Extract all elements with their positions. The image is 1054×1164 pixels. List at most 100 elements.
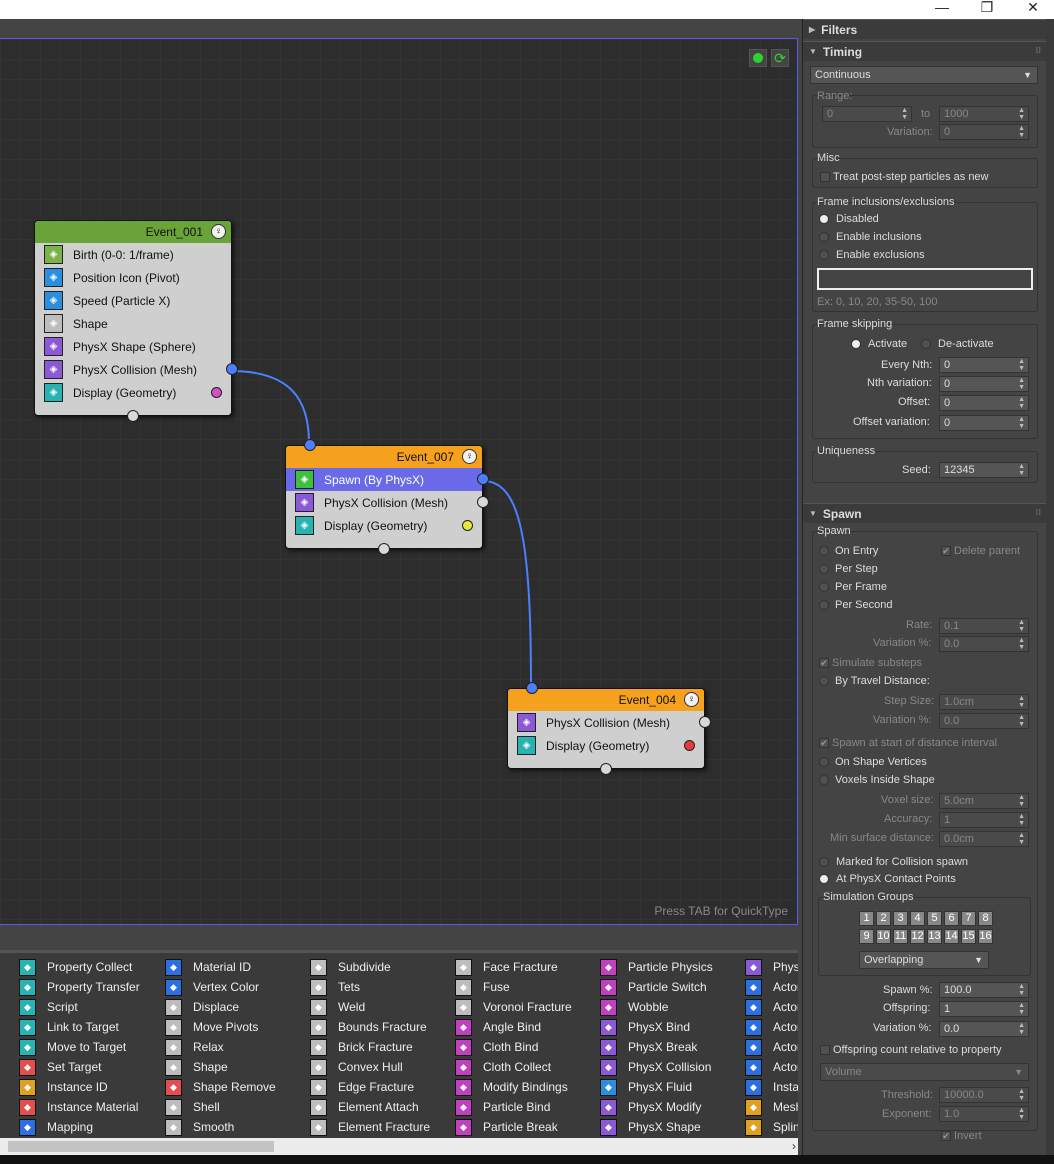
scroll-thumb[interactable] [8, 1141, 274, 1152]
timing-mode-dropdown[interactable]: Continuous ▼ [810, 66, 1038, 84]
at-physx-contact-radio[interactable] [819, 874, 829, 884]
simulation-group-button[interactable]: 13 [927, 929, 942, 944]
min-surface-spinner[interactable]: 0.0cm ▲ ▼ [939, 831, 1029, 847]
depot-item[interactable]: ◆ Instance Material [19, 1097, 140, 1117]
frame-list-input[interactable] [817, 268, 1033, 290]
enable-exclusions-radio[interactable] [819, 250, 829, 260]
variation-pct-spinner[interactable]: 0.0 ▲ ▼ [939, 636, 1029, 652]
depot-item[interactable]: ◆ Instance ID [19, 1077, 140, 1097]
depot-item[interactable]: ◆ PhysX Bind [600, 1017, 713, 1037]
depot-horizontal-scrollbar[interactable]: › [0, 1138, 798, 1155]
operator-row[interactable]: ◈ Display (Geometry) [286, 514, 482, 537]
simulation-group-button[interactable]: 2 [876, 911, 891, 926]
depot-item[interactable]: ◆ Actor [745, 1017, 798, 1037]
depot-item[interactable]: ◆ Subdivide [310, 957, 430, 977]
every-nth-spinner[interactable]: 0 ▲ ▼ [939, 357, 1029, 373]
marked-collision-radio[interactable] [819, 857, 829, 867]
depot-item[interactable]: ◆ Script [19, 997, 140, 1017]
depot-item[interactable]: ◆ Particle Bind [455, 1097, 572, 1117]
variation-pct3-spinner[interactable]: 0.0 ▲ ▼ [939, 1021, 1029, 1037]
per-frame-radio[interactable] [819, 582, 829, 592]
depot-item[interactable]: ◆ Shape Remove [165, 1077, 276, 1097]
depot-item[interactable]: ◆ Face Fracture [455, 957, 572, 977]
event-node-event-001[interactable]: Event_001 ♀ ◈ Birth (0-0: 1/frame) ◈ Positi… [34, 220, 238, 422]
minimize-button[interactable]: — [927, 0, 957, 19]
simulation-group-button[interactable]: 7 [961, 911, 976, 926]
treat-post-step-checkbox[interactable] [820, 172, 830, 182]
status-light-icon[interactable] [749, 49, 767, 67]
simulate-substeps-checkbox[interactable]: ✔ [819, 658, 829, 668]
simulation-group-button[interactable]: 15 [961, 929, 976, 944]
filters-rollout-header[interactable]: ▶ Filters [803, 19, 1047, 39]
depot-item[interactable]: ◆ PhysX Collision [600, 1057, 713, 1077]
event-node-event-004[interactable]: Event_004 ♀ ◈ PhysX Collision (Mesh) ◈ Disp… [507, 682, 711, 775]
simulation-group-button[interactable]: 6 [944, 911, 959, 926]
operator-output-port[interactable] [699, 716, 711, 728]
scroll-right-arrow-icon[interactable]: › [792, 1138, 796, 1155]
depot-item[interactable]: ◆ Element Attach [310, 1097, 430, 1117]
depot-item[interactable]: ◆ Smooth [165, 1117, 276, 1137]
voxel-size-spinner[interactable]: 5.0cm ▲ ▼ [939, 793, 1029, 809]
depot-item[interactable]: ◆ Actor [745, 997, 798, 1017]
depot-item[interactable]: ◆ Particle Break [455, 1117, 572, 1137]
threshold-spinner[interactable]: 10000.0 ▲ ▼ [939, 1087, 1029, 1103]
depot-item[interactable]: ◆ Particle Switch [600, 977, 713, 997]
variation-pct2-spinner[interactable]: 0.0 ▲ ▼ [939, 713, 1029, 729]
simulation-group-button[interactable]: 16 [978, 929, 993, 944]
depot-item[interactable]: ◆ Brick Fracture [310, 1037, 430, 1057]
particle-view-canvas[interactable]: ⟳ Event_001 ♀ ◈ Birth (0-0: 1/frame) ◈ Posi… [0, 38, 798, 925]
depot-item[interactable]: ◆ Element Fracture [310, 1117, 430, 1137]
display-color-swatch[interactable] [462, 520, 473, 531]
depot-item[interactable]: ◆ PhysX Modify [600, 1097, 713, 1117]
exponent-spinner[interactable]: 1.0 ▲ ▼ [939, 1106, 1029, 1122]
overlap-mode-dropdown[interactable]: Overlapping ▼ [859, 951, 989, 969]
offspring-relative-checkbox[interactable] [820, 1045, 830, 1055]
depot-item[interactable]: ◆ Edge Fracture [310, 1077, 430, 1097]
depot-item[interactable]: ◆ Displace [165, 997, 276, 1017]
depot-item[interactable]: ◆ Particle Physics [600, 957, 713, 977]
depot-item[interactable]: ◆ Relax [165, 1037, 276, 1057]
event-node-event-007[interactable]: Event_007 ♀ ◈ Spawn (By PhysX) ◈ PhysX Coll… [285, 439, 489, 555]
step-size-spinner[interactable]: 1.0cm ▲ ▼ [939, 694, 1029, 710]
depot-item[interactable]: ◆ Instan [745, 1077, 798, 1097]
operator-output-port[interactable] [477, 473, 489, 485]
depot-item[interactable]: ◆ Cloth Collect [455, 1057, 572, 1077]
display-color-swatch[interactable] [684, 740, 695, 751]
bulb-icon[interactable]: ♀ [462, 449, 477, 464]
node-header[interactable]: Event_007 ♀ [286, 446, 482, 468]
node-header[interactable]: Event_001 ♀ [35, 221, 231, 243]
depot-item[interactable]: ◆ PhysX [745, 957, 798, 977]
depot-item[interactable]: ◆ Set Target [19, 1057, 140, 1077]
depot-item[interactable]: ◆ Weld [310, 997, 430, 1017]
operator-row[interactable]: ◈ Display (Geometry) [508, 734, 704, 757]
node-header[interactable]: Event_004 ♀ [508, 689, 704, 711]
seed-spinner[interactable]: 12345 ▲ ▼ [939, 462, 1029, 478]
depot-item[interactable]: ◆ PhysX Fluid [600, 1077, 713, 1097]
simulation-group-button[interactable]: 12 [910, 929, 925, 944]
depot-item[interactable]: ◆ Link to Target [19, 1017, 140, 1037]
depot-item[interactable]: ◆ Voronoi Fracture [455, 997, 572, 1017]
depot-item[interactable]: ◆ Actor [745, 977, 798, 997]
depot-item[interactable]: ◆ Bounds Fracture [310, 1017, 430, 1037]
panel-scrollbar[interactable] [1046, 19, 1054, 1155]
operator-row[interactable]: ◈ Speed (Particle X) [35, 289, 231, 312]
depot-item[interactable]: ◆ Cloth Bind [455, 1037, 572, 1057]
depot-item[interactable]: ◆ Shell [165, 1097, 276, 1117]
rate-spinner[interactable]: 0.1 ▲ ▼ [939, 618, 1029, 634]
offset-variation-spinner[interactable]: 0 ▲ ▼ [939, 415, 1029, 431]
node-input-port[interactable] [526, 682, 538, 694]
depot-item[interactable]: ◆ Move Pivots [165, 1017, 276, 1037]
simulation-group-button[interactable]: 9 [859, 929, 874, 944]
per-step-radio[interactable] [819, 564, 829, 574]
invert-checkbox[interactable]: ✔ [941, 1131, 951, 1141]
depot-item[interactable]: ◆ Actor [745, 1057, 798, 1077]
depot-item[interactable]: ◆ Splin [745, 1117, 798, 1137]
operator-row[interactable]: ◈ PhysX Shape (Sphere) [35, 335, 231, 358]
depot-item[interactable]: ◆ Shape [165, 1057, 276, 1077]
depot-item[interactable]: ◆ Actor [745, 1037, 798, 1057]
depot-item[interactable]: ◆ Mapping [19, 1117, 140, 1137]
bulb-icon[interactable]: ♀ [211, 224, 226, 239]
property-dropdown[interactable]: Volume ▼ [820, 1063, 1029, 1081]
depot-item[interactable]: ◆ Property Transfer [19, 977, 140, 997]
operator-row[interactable]: ◈ Display (Geometry) [35, 381, 231, 404]
